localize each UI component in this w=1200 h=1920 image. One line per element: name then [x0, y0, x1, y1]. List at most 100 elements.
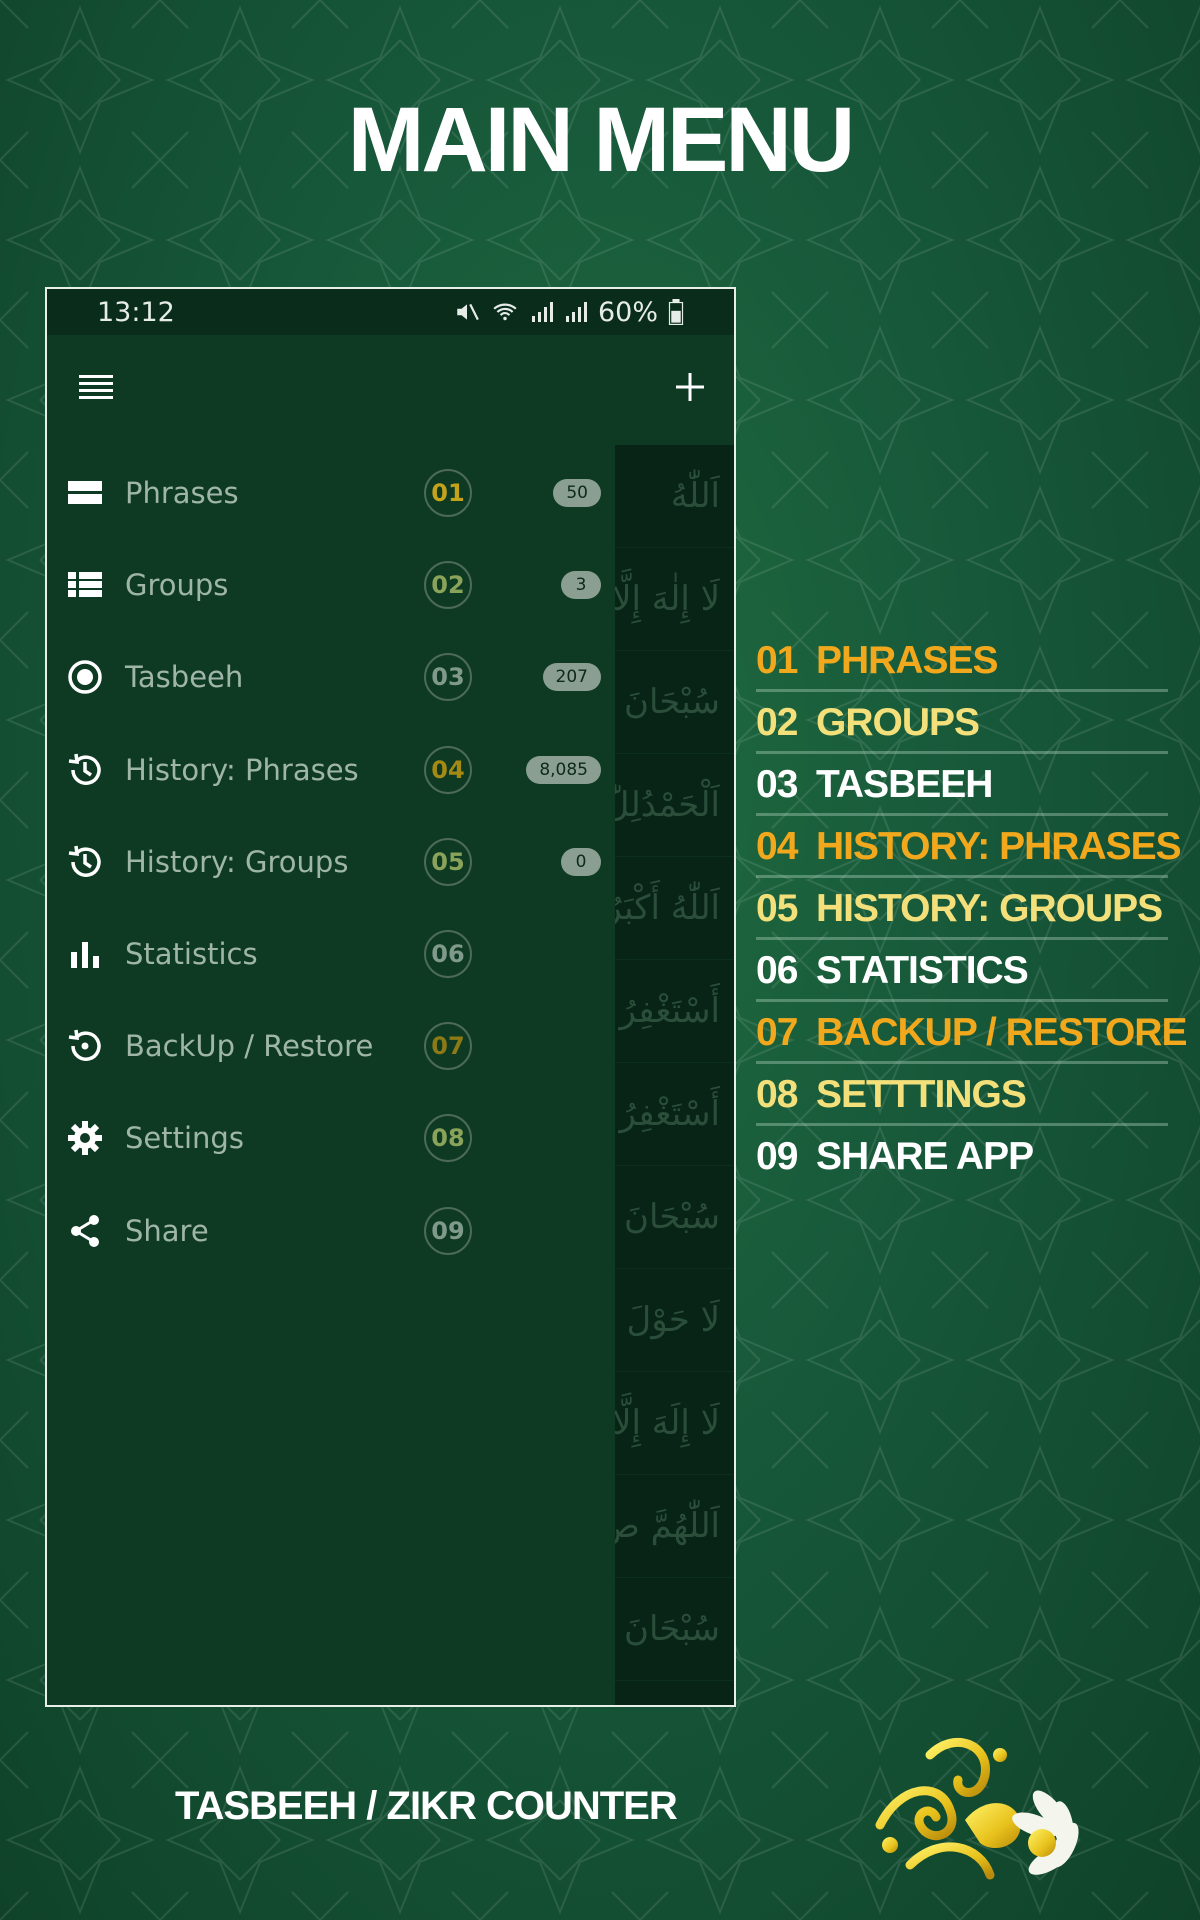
menu-item-number: 02: [424, 561, 472, 610]
feature-label: HISTORY: GROUPS: [816, 887, 1163, 930]
phrase-row: أَسْتَغْفِرُ: [615, 1063, 734, 1166]
phrase-row: سُبْحَانَ: [615, 651, 734, 754]
feature-label: TASBEEH: [816, 763, 993, 806]
count-badge: 207: [542, 663, 601, 692]
menu-item-number: 09: [424, 1206, 472, 1255]
phone-screenshot: 13:12 60% اَللّٰهُ لَا إِلٰهَ إِلَّا سُبْح…: [45, 287, 736, 1707]
menu-item-groups[interactable]: Groups 02 3: [47, 539, 615, 631]
history-icon: [65, 842, 105, 882]
menu-item-tasbeeh[interactable]: Tasbeeh 03 207: [47, 631, 615, 723]
phrase-row: سُبْحَانَ: [615, 1578, 734, 1681]
feature-list-item: 07 BACKUP / RESTORE: [756, 1008, 1187, 1070]
feature-label: SHARE APP: [816, 1135, 1034, 1178]
mute-icon: [457, 303, 479, 321]
backup-icon: [65, 1026, 105, 1066]
phrase-row: لَا إِلٰهَ إِلَّا: [615, 548, 734, 651]
feature-label: BACKUP / RESTORE: [816, 1011, 1187, 1054]
add-icon[interactable]: [674, 370, 706, 410]
feature-list-item: 09 SHARE APP: [756, 1132, 1168, 1194]
menu-item-number: 03: [424, 653, 472, 702]
feature-label: STATISTICS: [816, 949, 1029, 992]
menu-item-history-groups[interactable]: History: Groups 05 0: [47, 816, 615, 908]
menu-item-number: 08: [424, 1114, 472, 1163]
feature-number: 05: [756, 887, 798, 930]
menu-item-history-phrases[interactable]: History: Phrases 04 8,085: [47, 724, 615, 816]
feature-label: SETTTINGS: [816, 1073, 1027, 1116]
menu-item-label: BackUp / Restore: [125, 1029, 374, 1064]
menu-item-label: Statistics: [125, 937, 258, 971]
feature-label: PHRASES: [816, 639, 999, 682]
phrase-row: أَسْتَغْفِرُ: [615, 960, 734, 1063]
feature-list-item: 06 STATISTICS: [756, 946, 1168, 1008]
app-bar: [47, 335, 734, 445]
navigation-drawer: Phrases 01 50 Groups 02 3 Tasbeeh 03 207 History:…: [47, 445, 615, 1705]
phrase-row: لَا حَوْلَ: [615, 1269, 734, 1372]
phrase-row: اَللّٰهُ أَكْبَرُ: [615, 857, 734, 960]
feature-list-item: 02 GROUPS: [756, 698, 1168, 760]
feature-label: GROUPS: [816, 701, 980, 744]
menu-item-label: Settings: [125, 1121, 244, 1156]
phrase-row: لَا إِلَهَ إِلَّا: [615, 1372, 734, 1475]
phrase-row: اَللّٰهُمَّ صَ: [615, 1475, 734, 1578]
count-badge: 0: [561, 847, 601, 876]
page-title: MAIN MENU: [347, 89, 856, 191]
phrase-row: سُبْحَانَ: [615, 1166, 734, 1269]
feature-number: 02: [756, 701, 798, 744]
status-bar: 13:12 60%: [47, 289, 734, 335]
menu-item-number: 04: [424, 745, 472, 794]
share-icon: [65, 1211, 105, 1251]
status-indicators: 60%: [454, 297, 684, 328]
menu-item-number: 01: [424, 469, 472, 517]
menu-item-statistics[interactable]: Statistics 06: [47, 908, 615, 1000]
radio-icon: [65, 657, 105, 697]
count-badge: 3: [561, 571, 601, 600]
feature-list-item: 01 PHRASES: [756, 636, 1168, 698]
battery-icon: [668, 299, 684, 325]
feature-number: 09: [756, 1135, 798, 1178]
menu-item-share[interactable]: Share 09: [47, 1185, 615, 1277]
feature-label: HISTORY: PHRASES: [816, 825, 1182, 868]
app-name-caption: TASBEEH / ZIKR COUNTER: [175, 1784, 678, 1828]
signal-icon: [531, 302, 553, 322]
history-icon: [65, 750, 105, 790]
menu-item-phrases[interactable]: Phrases 01 50: [47, 447, 615, 539]
menu-item-label: Share: [125, 1213, 209, 1248]
gear-icon: [65, 1118, 105, 1158]
menu-item-label: Groups: [125, 568, 229, 603]
menu-item-label: Phrases: [125, 476, 239, 510]
menu-item-label: History: Groups: [125, 844, 349, 879]
feature-number: 08: [756, 1073, 798, 1116]
feature-number: 04: [756, 825, 798, 868]
feature-list-item: 03 TASBEEH: [756, 760, 1168, 822]
feature-list: 01 PHRASES 02 GROUPS 03 TASBEEH 04 HISTORY: PHR…: [756, 636, 1187, 1194]
menu-item-number: 06: [424, 930, 472, 978]
feature-number: 06: [756, 949, 798, 992]
menu-item-number: 05: [424, 837, 472, 886]
menu-icon[interactable]: [79, 370, 113, 410]
feature-number: 01: [756, 639, 798, 682]
statistics-icon: [65, 934, 105, 974]
count-badge: 8,085: [526, 755, 601, 784]
menu-item-label: Tasbeeh: [125, 660, 244, 695]
background-phrase-list: اَللّٰهُ لَا إِلٰهَ إِلَّا سُبْحَانَ اَلْحَ…: [615, 445, 734, 1705]
phrase-row: سُبْحَانَ: [615, 1681, 734, 1705]
status-time: 13:12: [97, 296, 175, 328]
wifi-icon: [493, 303, 517, 321]
count-badge: 50: [553, 479, 601, 507]
menu-item-backup-restore[interactable]: BackUp / Restore 07: [47, 1000, 615, 1092]
phrase-row: اَللّٰهُ: [615, 445, 734, 548]
ornament-logo: [875, 1737, 1079, 1880]
feature-number: 07: [756, 1011, 798, 1054]
feature-number: 03: [756, 763, 798, 806]
feature-list-item: 05 HISTORY: GROUPS: [756, 884, 1168, 946]
phrase-row: اَلْحَمْدُلِلّٰ: [615, 754, 734, 857]
menu-item-settings[interactable]: Settings 08: [47, 1092, 615, 1184]
menu-item-label: History: Phrases: [125, 752, 359, 787]
phrases-icon: [65, 473, 105, 513]
feature-list-item: 04 HISTORY: PHRASES: [756, 822, 1182, 884]
groups-icon: [65, 565, 105, 605]
feature-list-item: 08 SETTTINGS: [756, 1070, 1168, 1132]
menu-item-number: 07: [424, 1022, 472, 1071]
battery-percentage: 60%: [597, 296, 658, 328]
signal-icon: [565, 302, 587, 322]
